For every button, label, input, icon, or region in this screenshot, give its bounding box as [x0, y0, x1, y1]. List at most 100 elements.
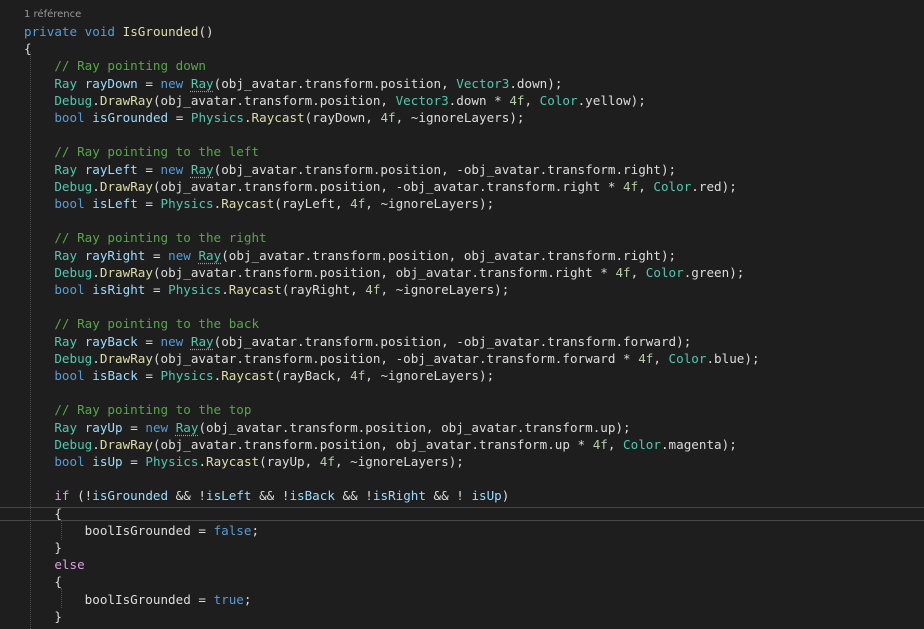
- code-line[interactable]: }: [24, 608, 62, 625]
- code-line[interactable]: bool isUp = Physics.Raycast(rayUp, 4f, ~…: [24, 453, 464, 470]
- code-line[interactable]: bool isRight = Physics.Raycast(rayRight,…: [24, 281, 509, 298]
- code-token: isUp: [471, 488, 502, 504]
- code-line[interactable]: else: [24, 556, 84, 573]
- code-token: void: [84, 24, 116, 39]
- code-token: isBack: [92, 368, 138, 383]
- code-token: Ray: [198, 247, 222, 263]
- code-line[interactable]: {: [24, 505, 62, 522]
- code-token: Physics: [160, 196, 214, 211]
- code-token: Vector3: [395, 92, 449, 108]
- code-line[interactable]: Ray rayLeft = new Ray(obj_avatar.transfo…: [24, 161, 676, 178]
- code-token: Color: [539, 92, 578, 108]
- code-token: Color: [645, 264, 684, 280]
- code-line[interactable]: // Ray pointing to the right: [24, 229, 266, 246]
- code-line[interactable]: Ray rayBack = new Ray(obj_avatar.transfo…: [24, 333, 691, 350]
- code-token: bool: [54, 454, 85, 469]
- code-line[interactable]: boolIsGrounded = true;: [24, 591, 252, 608]
- code-line[interactable]: bool isGrounded = Physics.Raycast(rayDow…: [24, 109, 525, 126]
- code-token: rayRight: [84, 247, 146, 263]
- code-token: Physics: [190, 110, 244, 125]
- code-token: }: [24, 540, 62, 555]
- code-token: private: [24, 24, 78, 39]
- code-token: Debug: [54, 264, 93, 280]
- code-token: Color: [623, 436, 661, 452]
- code-line[interactable]: Debug.DrawRay(obj_avatar.transform.posit…: [24, 350, 760, 367]
- code-line[interactable]: if (!isGrounded && !isLeft && !isBack &&…: [24, 487, 509, 504]
- code-token: true: [213, 591, 244, 607]
- code-token: 4f: [350, 196, 366, 211]
- code-token: =: [168, 110, 191, 125]
- code-token: =: [137, 196, 161, 211]
- code-token: Ray: [54, 75, 78, 91]
- code-line[interactable]: Debug.DrawRay(obj_avatar.transform.posit…: [24, 178, 736, 195]
- code-line[interactable]: // Ray pointing down: [24, 57, 206, 74]
- code-token: new: [160, 161, 184, 177]
- code-token: {: [24, 505, 62, 521]
- code-line[interactable]: Ray rayRight = new Ray(obj_avatar.transf…: [24, 247, 676, 264]
- code-editor[interactable]: 1 référence private void IsGrounded(){ /…: [0, 0, 924, 629]
- code-line[interactable]: Debug.DrawRay(obj_avatar.transform.posit…: [24, 92, 646, 109]
- code-token: Color: [653, 178, 692, 194]
- code-token: =: [137, 368, 161, 383]
- code-token: 4f: [623, 178, 639, 194]
- code-token: isGrounded: [92, 488, 169, 504]
- codelens-references[interactable]: 1 référence: [24, 8, 81, 22]
- code-token: , ~ignoreLayers);: [395, 110, 525, 125]
- code-token: (obj_avatar.transform.position,: [152, 92, 396, 108]
- code-line[interactable]: private void IsGrounded(): [24, 23, 214, 40]
- code-token: ,: [630, 264, 646, 280]
- code-token: Ray: [54, 333, 78, 349]
- code-line[interactable]: // Ray pointing to the back: [24, 315, 259, 332]
- code-token: .: [92, 178, 100, 194]
- code-line[interactable]: // Ray pointing to the top: [24, 401, 251, 418]
- code-token: .yellow);: [577, 92, 646, 108]
- code-token: DrawRay: [99, 264, 153, 280]
- code-line[interactable]: bool isLeft = Physics.Raycast(rayLeft, 4…: [24, 195, 494, 212]
- code-line[interactable]: // Ray pointing to the left: [24, 143, 259, 160]
- code-line[interactable]: {: [24, 573, 62, 590]
- code-token: if: [54, 488, 70, 504]
- code-line[interactable]: Debug.DrawRay(obj_avatar.transform.posit…: [24, 264, 744, 281]
- code-token: Debug: [54, 92, 93, 108]
- code-line[interactable]: Ray rayDown = new Ray(obj_avatar.transfo…: [24, 75, 562, 92]
- code-token: rayDown: [84, 75, 138, 91]
- code-token: ): [501, 488, 510, 504]
- code-token: , ~ignoreLayers);: [380, 282, 510, 297]
- code-token: .magenta);: [660, 436, 737, 452]
- code-token: boolIsGrounded =: [24, 591, 214, 607]
- code-token: =: [145, 282, 169, 297]
- code-token: isGrounded: [92, 110, 169, 125]
- code-token: ,: [524, 92, 540, 108]
- code-token: rayUp: [84, 419, 123, 435]
- code-line[interactable]: {: [24, 40, 32, 57]
- code-line[interactable]: Debug.DrawRay(obj_avatar.transform.posit…: [24, 436, 737, 453]
- code-token: (obj_avatar.transform.position, -obj_ava…: [152, 178, 624, 194]
- code-token: Raycast: [221, 196, 275, 211]
- code-token: Ray: [175, 419, 199, 435]
- code-token: .down *: [448, 92, 510, 108]
- code-token: .: [92, 264, 100, 280]
- code-token: IsGrounded: [122, 24, 199, 39]
- code-token: , ~ignoreLayers);: [365, 196, 495, 211]
- code-line[interactable]: }: [24, 539, 62, 556]
- code-token: (!: [69, 488, 93, 504]
- code-line[interactable]: bool isBack = Physics.Raycast(rayBack, 4…: [24, 367, 494, 384]
- code-token: Debug: [54, 436, 93, 452]
- code-token: (obj_avatar.transform.position, obj_avat…: [152, 436, 593, 452]
- code-line[interactable]: boolIsGrounded = false;: [24, 522, 259, 539]
- code-token: new: [160, 333, 184, 349]
- code-token: // Ray pointing to the back: [24, 316, 260, 332]
- code-line[interactable]: Ray rayUp = new Ray(obj_avatar.transform…: [24, 419, 630, 436]
- code-token: , ~ignoreLayers);: [365, 368, 495, 383]
- code-token: {: [24, 574, 62, 590]
- code-token: new: [145, 419, 169, 435]
- code-token: .blue);: [706, 350, 760, 366]
